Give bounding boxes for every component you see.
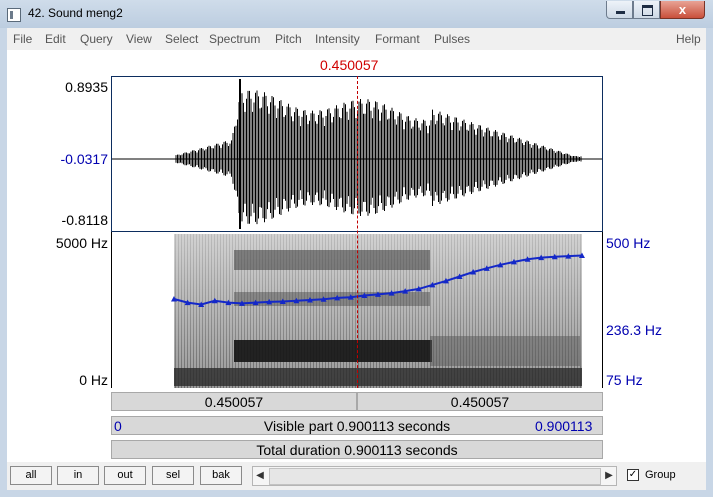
pitch-min-label: 75 Hz — [606, 372, 643, 388]
menu-spectrum[interactable]: Spectrum — [209, 32, 260, 46]
pitch-max-label: 500 Hz — [606, 235, 651, 251]
menu-select[interactable]: Select — [165, 32, 198, 46]
window-title: 42. Sound meng2 — [28, 6, 123, 20]
group-checkbox[interactable]: ✓ — [627, 469, 639, 481]
visible-part-bar[interactable]: Visible part 0.900113 seconds — [111, 416, 603, 435]
app-icon[interactable] — [7, 8, 21, 22]
waveform-trace — [175, 79, 582, 229]
time-bar-left[interactable]: 0.450057 — [111, 392, 357, 411]
menu-formant[interactable]: Formant — [375, 32, 420, 46]
menu-query[interactable]: Query — [80, 32, 113, 46]
formant-band-low — [234, 340, 432, 362]
menu-help[interactable]: Help — [676, 32, 701, 46]
waveform-path — [175, 88, 582, 227]
zoom-back-button[interactable]: bak — [200, 466, 242, 485]
zoom-all-button[interactable]: all — [10, 466, 52, 485]
menu-pitch[interactable]: Pitch — [275, 32, 302, 46]
menu-intensity[interactable]: Intensity — [315, 32, 360, 46]
menu-bar: File Edit Query View Select Spectrum Pit… — [7, 28, 706, 51]
scroll-right-icon[interactable]: ▶ — [602, 467, 616, 485]
spectrogram-max-freq-label: 5000 Hz — [55, 235, 108, 251]
scroll-left-icon[interactable]: ◀ — [253, 467, 267, 485]
zoom-out-button[interactable]: out — [104, 466, 146, 485]
waveform-min-label: -0.8118 — [61, 212, 108, 228]
praat-sound-window: 42. Sound meng2 x File Edit Query View S… — [0, 0, 713, 497]
menu-view[interactable]: View — [126, 32, 152, 46]
maximize-button[interactable] — [633, 1, 660, 19]
spectrogram-min-freq-label: 0 Hz — [79, 372, 108, 388]
visible-end-time: 0.900113 — [535, 418, 593, 434]
title-bar: 42. Sound meng2 x — [0, 0, 713, 28]
formant-band-floor — [174, 368, 582, 386]
cursor-time-label: 0.450057 — [320, 57, 379, 73]
pitch-cursor-value: 236.3 Hz — [606, 322, 663, 338]
horizontal-scrollbar[interactable]: ◀ ▶ — [252, 466, 617, 486]
formant-tail — [430, 336, 580, 366]
visible-start-time: 0 — [114, 418, 122, 434]
zoom-sel-button[interactable]: sel — [152, 466, 194, 485]
formant-band-upper — [234, 250, 430, 270]
waveform-cursor-value: -0.0317 — [60, 151, 108, 167]
zoom-in-button[interactable]: in — [57, 466, 99, 485]
total-duration-bar[interactable]: Total duration 0.900113 seconds — [111, 440, 603, 459]
time-bar-right[interactable]: 0.450057 — [357, 392, 603, 411]
menu-edit[interactable]: Edit — [45, 32, 66, 46]
close-icon: x — [678, 2, 687, 17]
menu-pulses[interactable]: Pulses — [434, 32, 470, 46]
cursor-line — [357, 76, 358, 388]
menu-file[interactable]: File — [13, 32, 32, 46]
scroll-thumb[interactable] — [269, 468, 601, 485]
waveform-max-label: 0.8935 — [65, 79, 108, 95]
group-label: Group — [645, 469, 676, 481]
close-button[interactable]: x — [660, 1, 705, 19]
minimize-button[interactable] — [606, 1, 633, 19]
